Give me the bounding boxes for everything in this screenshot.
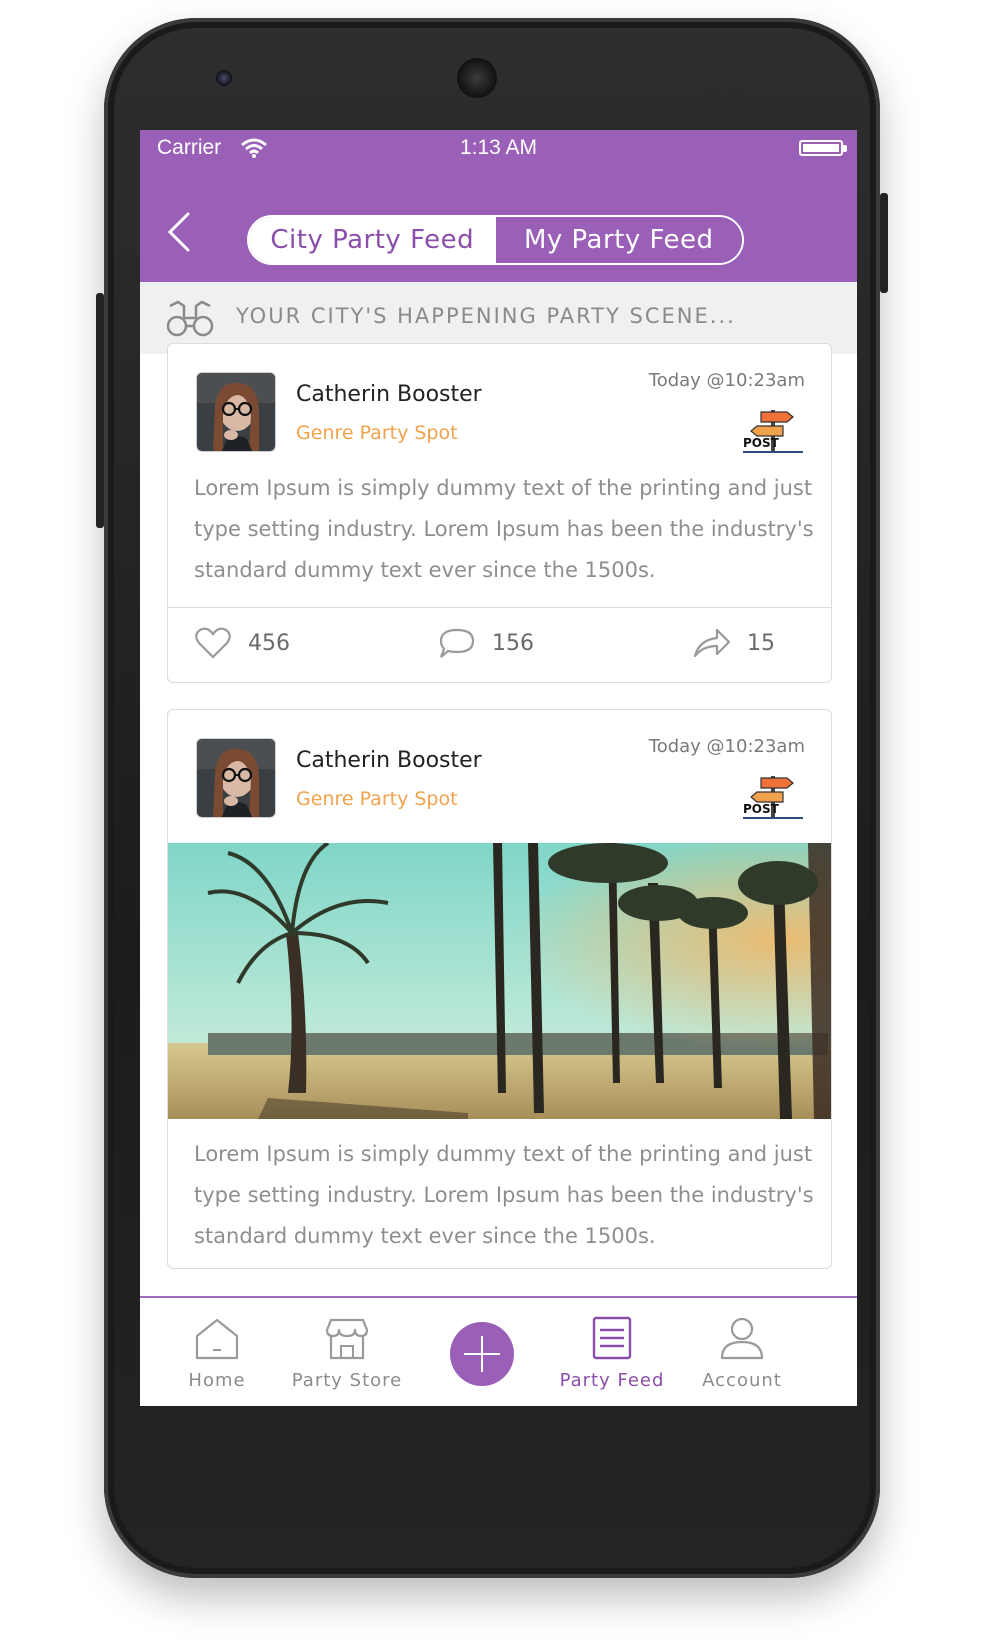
tab-account-label: Account	[702, 1370, 782, 1391]
banner-text: YOUR CITY'S HAPPENING PARTY SCENE...	[236, 304, 736, 328]
post-body: Lorem Ipsum is simply dummy text of the …	[194, 1142, 814, 1248]
post-timestamp: Today @10:23am	[648, 736, 805, 757]
post-genre[interactable]: Genre Party Spot	[296, 422, 458, 444]
feed-segmented-control: City Party Feed My Party Feed	[247, 215, 744, 265]
feed-post-card: Catherin Booster Genre Party Spot Today …	[167, 709, 832, 1269]
tab-party-store[interactable]: Party Store	[282, 1298, 412, 1406]
comment-icon	[439, 628, 475, 658]
nav-bar: City Party Feed My Party Feed	[140, 166, 857, 282]
share-count: 15	[747, 630, 775, 656]
like-count: 456	[248, 630, 290, 656]
post-signpost-icon: POST	[743, 776, 803, 819]
feed-post-card: Catherin Booster Genre Party Spot Today …	[167, 343, 832, 683]
tab-home[interactable]: Home	[152, 1298, 282, 1406]
tab-party-feed-label: Party Feed	[559, 1370, 665, 1391]
battery-icon	[799, 140, 847, 156]
volume-button	[96, 293, 104, 528]
bottom-tab-bar: Home Party Store Party Feed Account	[140, 1296, 857, 1406]
front-camera	[216, 70, 232, 86]
like-button[interactable]: 456	[194, 626, 290, 660]
post-actions: 456 156 15	[168, 607, 831, 682]
tab-party-feed[interactable]: Party Feed	[547, 1298, 677, 1406]
tab-party-store-label: Party Store	[291, 1370, 403, 1391]
account-icon	[720, 1317, 764, 1360]
proximity-sensor	[706, 93, 716, 103]
add-post-button[interactable]	[450, 1322, 514, 1386]
app-screen: Carrier 1:13 AM City Party Feed My Party…	[140, 130, 857, 1406]
post-signpost-icon: POST	[743, 410, 803, 453]
avatar[interactable]	[196, 372, 276, 452]
light-sensor	[732, 93, 742, 103]
tab-my-party-feed[interactable]: My Party Feed	[495, 217, 742, 263]
home-icon	[195, 1318, 239, 1360]
post-genre[interactable]: Genre Party Spot	[296, 788, 458, 810]
earpiece-speaker	[457, 58, 497, 98]
post-photo[interactable]	[168, 843, 831, 1119]
heart-icon	[195, 627, 231, 659]
share-button[interactable]: 15	[693, 626, 775, 660]
tab-home-label: Home	[188, 1370, 246, 1391]
post-timestamp: Today @10:23am	[648, 370, 805, 391]
feed-icon	[592, 1316, 632, 1360]
share-icon	[693, 628, 731, 658]
post-badge-text: POST	[743, 802, 780, 816]
status-bar: Carrier 1:13 AM	[140, 130, 857, 166]
back-chevron-icon[interactable]	[162, 210, 196, 254]
status-time: 1:13 AM	[459, 136, 538, 159]
comment-button[interactable]: 156	[438, 626, 534, 660]
tab-city-party-feed[interactable]: City Party Feed	[249, 217, 496, 263]
binoculars-icon	[166, 300, 214, 337]
avatar[interactable]	[196, 738, 276, 818]
post-body: Lorem Ipsum is simply dummy text of the …	[194, 476, 814, 582]
post-author[interactable]: Catherin Booster	[296, 748, 482, 773]
post-author[interactable]: Catherin Booster	[296, 382, 482, 407]
post-badge-text: POST	[743, 436, 780, 450]
power-button	[880, 193, 888, 293]
tab-account[interactable]: Account	[677, 1298, 807, 1406]
store-icon	[325, 1318, 369, 1360]
comment-count: 156	[492, 630, 534, 656]
